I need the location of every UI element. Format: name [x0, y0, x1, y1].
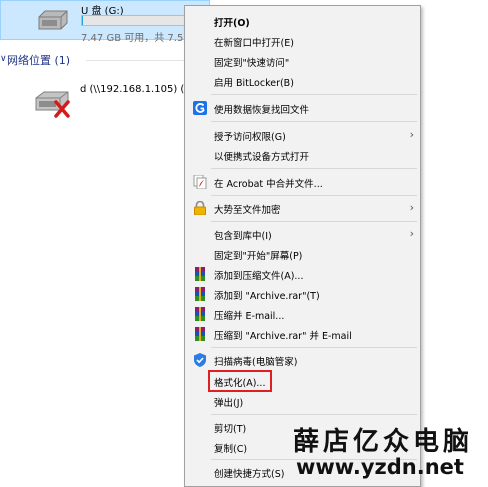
menu-item-label: 在新窗口中打开(E) — [214, 38, 294, 49]
section-divider — [86, 60, 196, 61]
menu-separator — [211, 347, 417, 348]
winrar-icon — [195, 267, 205, 281]
menu-item-label: 授予访问权限(G) — [214, 132, 286, 143]
menu-item-open-new-window[interactable]: 在新窗口中打开(E) — [185, 32, 420, 50]
menu-item-include-in-library[interactable]: 包含到库中(I) › — [185, 225, 420, 243]
menu-separator — [211, 121, 417, 122]
menu-item-label: 打开(O) — [214, 18, 250, 29]
menu-separator — [211, 221, 417, 222]
menu-item-label: 大势至文件加密 — [214, 205, 281, 216]
lock-icon — [194, 201, 206, 215]
usb-drive-tile[interactable]: U 盘 (G:) 7.47 GB 可用，共 7.50 GB — [0, 0, 210, 44]
menu-item-label: 复制(C) — [214, 444, 248, 455]
menu-item-label: 压缩到 "Archive.rar" 并 E-mail — [214, 331, 352, 342]
menu-item-label: 在 Acrobat 中合并文件... — [214, 179, 323, 190]
menu-item-label: 固定到"快速访问" — [214, 58, 290, 69]
menu-item-label: 压缩并 E-mail... — [214, 311, 285, 322]
menu-item-label: 以便携式设备方式打开 — [214, 152, 310, 163]
menu-item-label: 扫描病毒(电脑管家) — [214, 357, 298, 368]
menu-item-add-to-archive[interactable]: 添加到压缩文件(A)... — [185, 265, 420, 283]
menu-item-label: 添加到压缩文件(A)... — [214, 271, 304, 282]
watermark-url: www.yzdn.net — [296, 455, 464, 479]
menu-item-bitlocker[interactable]: 启用 BitLocker(B) — [185, 72, 420, 90]
submenu-arrow-icon: › — [409, 201, 414, 214]
submenu-arrow-icon: › — [409, 128, 414, 141]
menu-item-file-encrypt[interactable]: 大势至文件加密 › — [185, 199, 420, 217]
winrar-icon — [195, 327, 205, 341]
menu-separator — [211, 94, 417, 95]
menu-separator — [211, 195, 417, 196]
menu-item-add-to-archive-rar[interactable]: 添加到 "Archive.rar"(T) — [185, 285, 420, 303]
network-locations-header[interactable]: 网络位置 (1) — [7, 52, 70, 68]
menu-item-grant-access[interactable]: 授予访问权限(G) › — [185, 126, 420, 144]
watermark-title: 薛店亿众电脑 — [293, 427, 474, 457]
acrobat-icon — [193, 175, 207, 189]
network-drive-disconnected-icon — [35, 91, 70, 118]
menu-item-eject[interactable]: 弹出(J) — [185, 392, 420, 410]
menu-item-acrobat-combine[interactable]: 在 Acrobat 中合并文件... — [185, 173, 420, 191]
menu-item-data-recovery[interactable]: 使用数据恢复找回文件 — [185, 99, 420, 117]
menu-item-virus-scan[interactable]: 扫描病毒(电脑管家) — [185, 351, 420, 369]
menu-item-label: 剪切(T) — [214, 424, 247, 435]
chevron-down-icon[interactable]: ∨ — [0, 54, 7, 64]
network-drive-label[interactable]: d (\\192.168.1.105) (Z:) — [80, 84, 190, 95]
menu-item-label: 添加到 "Archive.rar"(T) — [214, 291, 320, 302]
menu-item-pin-start[interactable]: 固定到"开始"屏幕(P) — [185, 245, 420, 263]
menu-item-label: 启用 BitLocker(B) — [214, 78, 294, 89]
winrar-icon — [195, 287, 205, 301]
menu-item-label: 弹出(J) — [214, 398, 244, 409]
menu-item-pin-quick-access[interactable]: 固定到"快速访问" — [185, 52, 420, 70]
menu-item-label: 包含到库中(I) — [214, 231, 272, 242]
menu-separator — [211, 168, 417, 169]
drive-free-space: 7.47 GB 可用，共 7.50 GB — [81, 33, 193, 44]
menu-item-open[interactable]: 打开(O) — [185, 12, 420, 30]
menu-separator — [211, 414, 417, 415]
context-menu: 打开(O) 在新窗口中打开(E) 固定到"快速访问" 启用 BitLocker(… — [184, 5, 421, 487]
submenu-arrow-icon: › — [409, 227, 414, 240]
shield-icon — [194, 353, 206, 367]
menu-item-compress-to-rar-email[interactable]: 压缩到 "Archive.rar" 并 E-mail — [185, 325, 420, 343]
drive-usage-fill — [82, 16, 84, 25]
menu-item-open-as-portable[interactable]: 以便携式设备方式打开 — [185, 146, 420, 164]
usb-drive-icon — [38, 10, 68, 30]
winrar-icon — [195, 307, 205, 321]
recovery-icon — [193, 101, 207, 115]
menu-item-label: 使用数据恢复找回文件 — [214, 105, 310, 116]
menu-item-label: 创建快捷方式(S) — [214, 469, 285, 480]
menu-item-label: 固定到"开始"屏幕(P) — [214, 251, 303, 262]
format-highlight-box — [208, 370, 272, 392]
menu-item-compress-email[interactable]: 压缩并 E-mail... — [185, 305, 420, 323]
